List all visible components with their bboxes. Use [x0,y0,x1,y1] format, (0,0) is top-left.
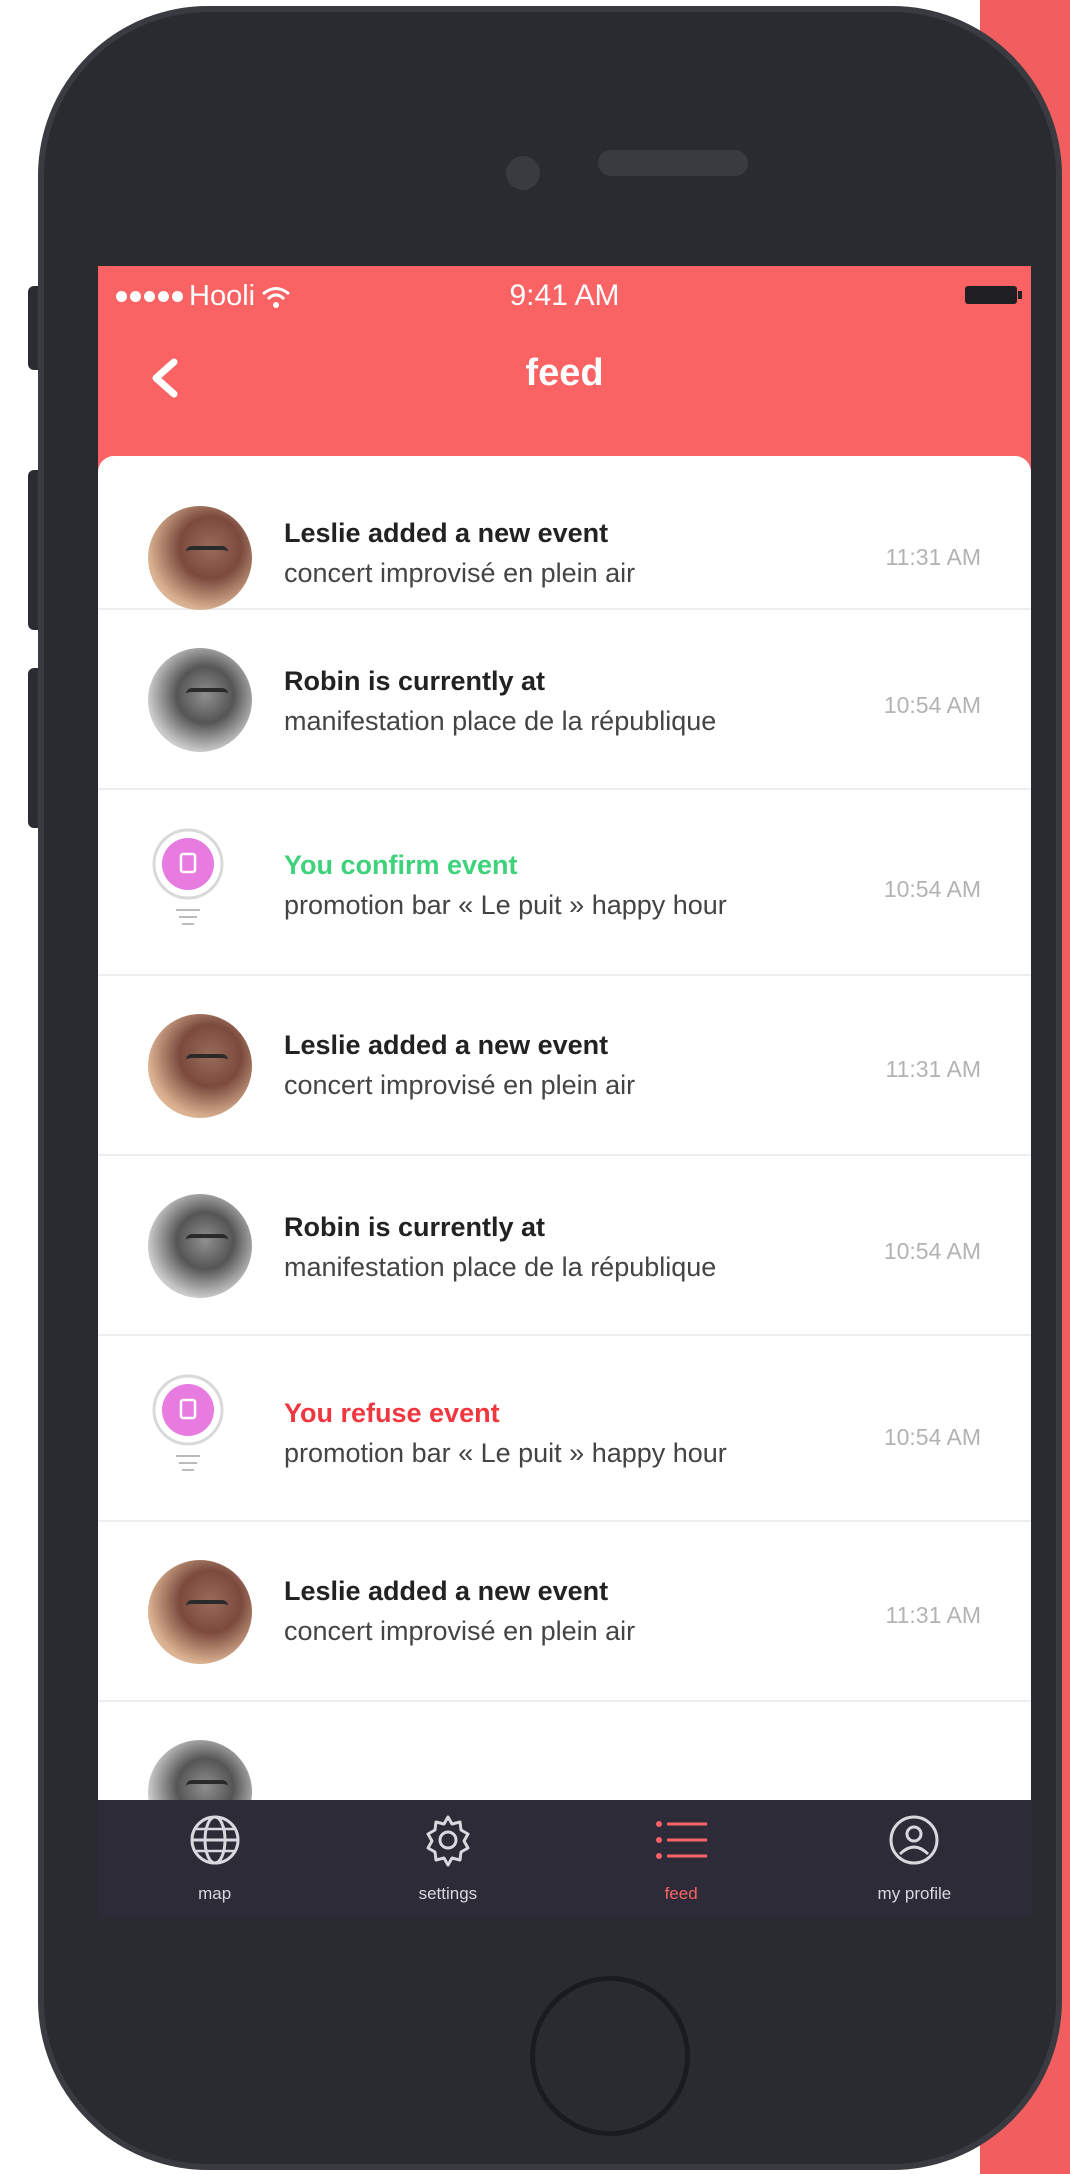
nav-bar: feed [98,328,1031,446]
feed-item-subtitle: concert improvisé en plein air [284,1070,636,1100]
home-button[interactable] [530,1976,690,2136]
front-camera [506,156,540,190]
feed-item-subtitle: concert improvisé en plein air [284,558,636,588]
tab-my-profile[interactable]: my profile [798,1800,1031,1918]
feed-item-time: 11:31 AM [885,1056,981,1082]
feed-item[interactable]: Robin is currently at manifestation plac… [98,1156,1031,1336]
feed-item-time: 10:54 AM [883,876,981,902]
feed-item-time: 10:54 AM [883,1424,981,1450]
feed-item[interactable] [98,1702,1031,1800]
feed-item-subtitle: promotion bar « Le puit » happy hour [284,890,727,920]
feed-item-title: Leslie added a new event [284,1576,609,1606]
feed-item-subtitle: manifestation place de la république [284,1252,717,1282]
tab-label: feed [664,1884,698,1903]
feed-item-time: 11:31 AM [885,544,981,570]
app-screen: Hooli 9:41 AM feed Leslie added a new ev… [98,266,1031,1918]
feed-item-subtitle: concert improvisé en plein air [284,1616,636,1646]
leslie-avatar [148,1560,252,1664]
leslie-avatar [148,1014,252,1118]
feed-item-time: 10:54 AM [883,692,981,718]
gear-icon [426,1815,470,1867]
feed-item-title: Robin is currently at [284,666,546,696]
tab-label: my profile [877,1884,952,1903]
feed-item[interactable]: Robin is currently at manifestation plac… [98,610,1031,790]
leslie-avatar [148,506,252,610]
feed-item[interactable]: You refuse event promotion bar « Le puit… [98,1336,1031,1522]
tab-bar: map settings feed my profile [98,1800,1031,1918]
tab-label: settings [418,1884,478,1903]
robin-avatar [148,1194,252,1298]
tab-settings[interactable]: settings [331,1800,564,1918]
pin-icon [152,828,224,925]
feed-item-title: Leslie added a new event [284,518,609,548]
feed-item-title: You refuse event [284,1398,500,1428]
feed-item[interactable]: You confirm event promotion bar « Le pui… [98,790,1031,976]
feed-item-time: 11:31 AM [885,1602,981,1628]
robin-avatar [148,648,252,752]
user-icon [889,1815,939,1865]
status-bar: Hooli 9:41 AM [98,266,1031,328]
feed-item-subtitle: manifestation place de la république [284,706,717,736]
tab-label: map [198,1884,232,1903]
globe-icon [190,1815,240,1865]
battery-icon [965,286,1022,304]
robin-avatar [148,1740,252,1800]
feed-item-title: Leslie added a new event [284,1030,609,1060]
tab-feed[interactable]: feed [565,1800,798,1918]
earpiece-speaker [598,150,748,176]
list-icon [656,1821,708,1859]
feed-item[interactable]: Leslie added a new event concert improvi… [98,1522,1031,1702]
status-time: 9:41 AM [509,279,620,312]
feed-item-subtitle: promotion bar « Le puit » happy hour [284,1438,727,1468]
page-title: feed [525,352,604,394]
pin-icon [152,1374,224,1471]
feed-item-title: Robin is currently at [284,1212,546,1242]
feed-list: Leslie added a new event concert improvi… [98,456,1031,1800]
feed-item[interactable]: Leslie added a new event concert improvi… [98,976,1031,1156]
feed-item-title: You confirm event [284,850,518,880]
feed-item-time: 10:54 AM [883,1238,981,1264]
tab-map[interactable]: map [98,1800,331,1918]
feed-item[interactable]: Leslie added a new event concert improvi… [98,456,1031,610]
